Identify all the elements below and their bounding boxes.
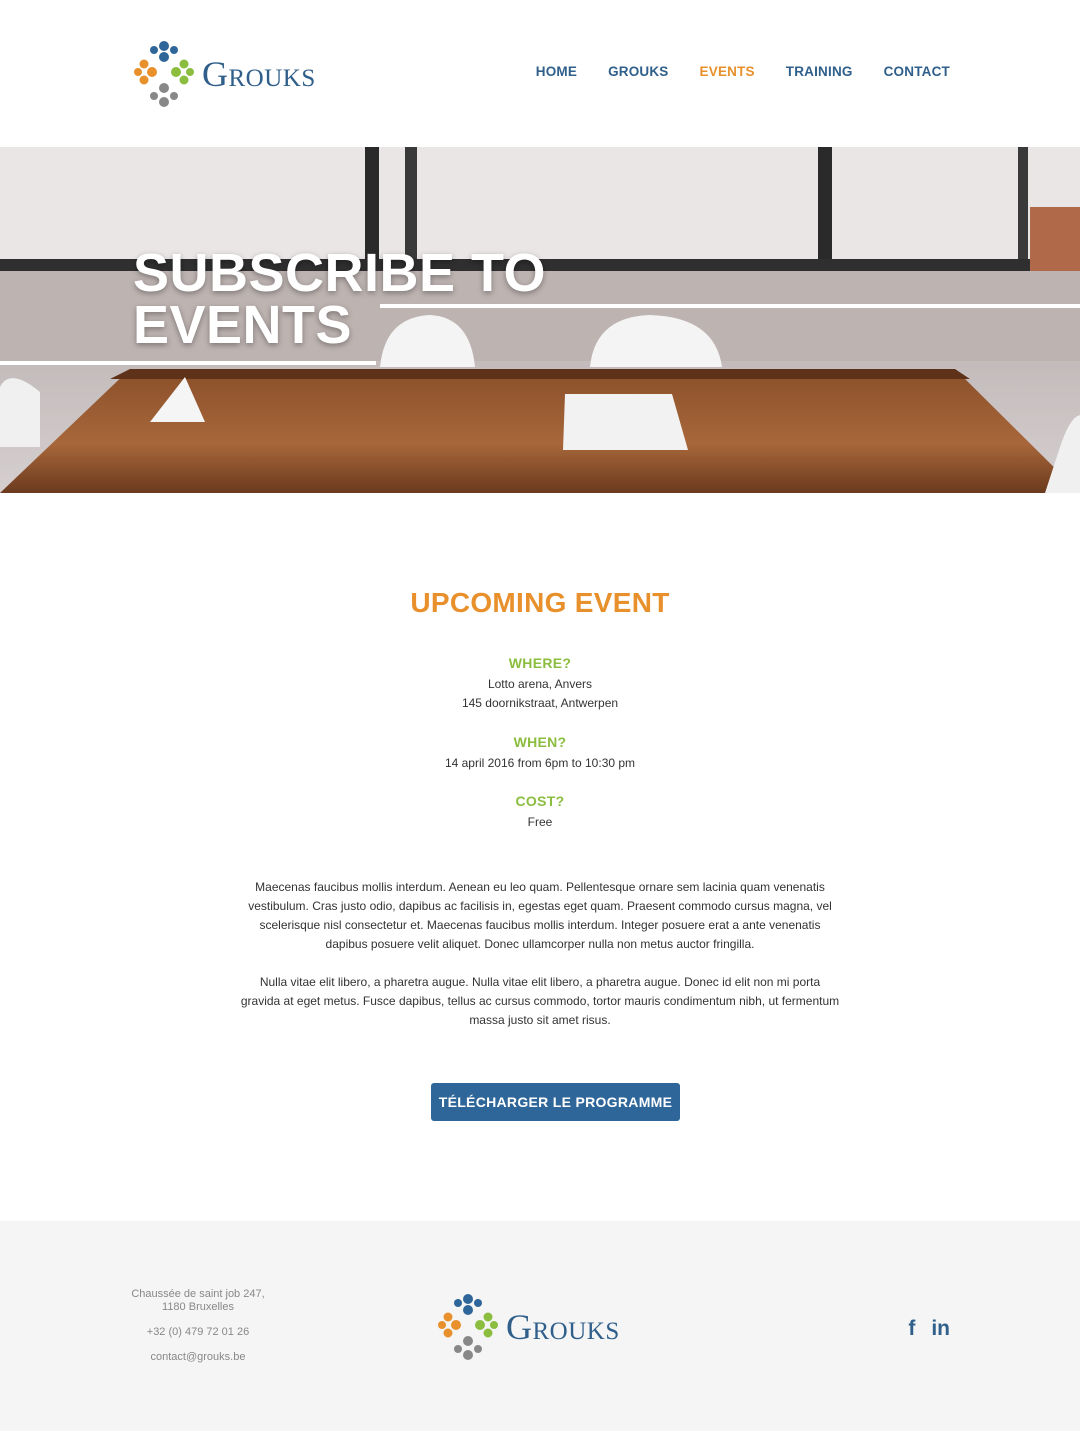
when-label: WHEN? xyxy=(513,734,567,750)
logo-text: Grouks xyxy=(202,54,316,94)
nav-item-training[interactable]: TRAINING xyxy=(786,64,853,79)
nav-item-events[interactable]: EVENTS xyxy=(700,64,755,79)
footer-address-line1: Chaussée de saint job 247, xyxy=(131,1288,265,1300)
where-line2: 145 doornikstraat, Antwerpen xyxy=(461,696,619,710)
hero-divider-left xyxy=(0,361,376,365)
hero-title-line1: SUBSCRIBE TO xyxy=(133,243,547,303)
cost-label: COST? xyxy=(515,793,565,809)
hero-banner: SUBSCRIBE TO EVENTS xyxy=(0,147,1080,493)
cost-value: Free xyxy=(527,815,553,829)
footer-logo[interactable]: Grouks xyxy=(434,1293,620,1361)
grouks-logo-icon xyxy=(438,1294,498,1360)
nav-item-grouks[interactable]: GROUKS xyxy=(608,64,668,79)
section-title: UPCOMING EVENT xyxy=(410,587,670,618)
when-value: 14 april 2016 from 6pm to 10:30 pm xyxy=(444,756,636,770)
site-footer: Chaussée de saint job 247, 1180 Bruxelle… xyxy=(0,1221,1080,1431)
where-label: WHERE? xyxy=(508,655,572,671)
social-links: f in xyxy=(908,1317,950,1341)
event-section: UPCOMING EVENT WHERE? Lotto arena, Anver… xyxy=(0,493,1080,1221)
site-header: Grouks HOME GROUKS EVENTS TRAINING CONTA… xyxy=(0,0,1080,147)
main-nav: HOME GROUKS EVENTS TRAINING CONTACT xyxy=(536,64,950,79)
linkedin-icon[interactable]: in xyxy=(931,1317,950,1341)
where-line1: Lotto arena, Anvers xyxy=(487,677,593,691)
footer-address-line2: 1180 Bruxelles xyxy=(162,1301,234,1313)
hero-title: SUBSCRIBE TO EVENTS xyxy=(133,243,547,352)
nav-item-contact[interactable]: CONTACT xyxy=(884,64,950,79)
footer-logo-text: Grouks xyxy=(506,1307,620,1347)
footer-email[interactable]: contact@grouks.be xyxy=(118,1351,278,1364)
event-description-2: Nulla vitae elit libero, a pharetra augu… xyxy=(240,975,840,1027)
download-program-button[interactable]: TÉLÉCHARGER LE PROGRAMME xyxy=(431,1083,680,1121)
site-logo[interactable]: Grouks xyxy=(130,40,316,108)
nav-item-home[interactable]: HOME xyxy=(536,64,577,79)
footer-phone[interactable]: +32 (0) 479 72 01 26 xyxy=(118,1326,278,1339)
event-description-1: Maecenas faucibus mollis interdum. Aenea… xyxy=(248,880,832,951)
grouks-logo-icon xyxy=(134,41,194,107)
hero-divider-right xyxy=(380,304,1080,308)
facebook-icon[interactable]: f xyxy=(908,1317,915,1341)
